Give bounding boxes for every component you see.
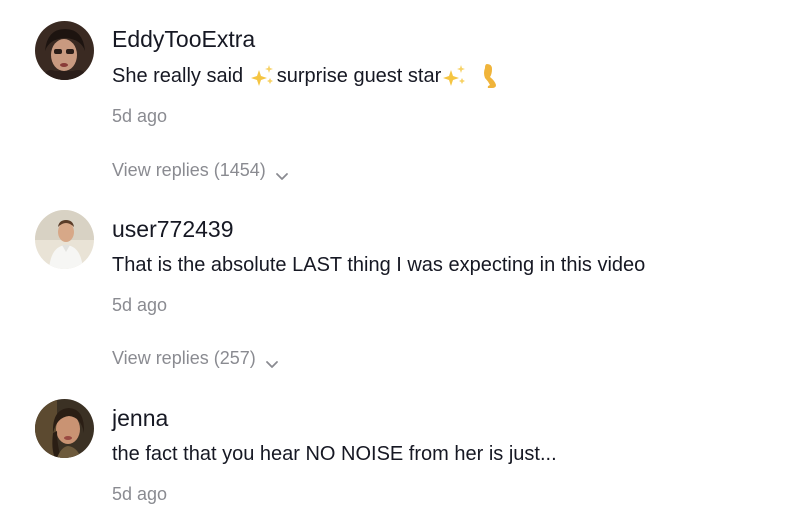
view-replies-label: View replies (257) — [112, 348, 256, 368]
chevron-down-icon — [275, 166, 289, 180]
comment-item: jenna the fact that you hear NO NOISE fr… — [0, 380, 800, 517]
view-replies-button[interactable]: View replies (1454) — [112, 160, 289, 181]
comment-text: the fact that you hear NO NOISE from her… — [112, 442, 557, 465]
timestamp: 5d ago — [112, 106, 168, 126]
sparkles-icon — [250, 64, 276, 88]
view-replies-label: View replies (1454) — [112, 160, 266, 180]
comment-text: That is the absolute LAST thing I was ex… — [112, 253, 646, 276]
comment-text-part: surprise guest star — [276, 64, 442, 87]
username[interactable]: jenna — [112, 405, 168, 432]
comment-item: EddyTooExtra She really said surprise gu… — [0, 0, 800, 190]
sparkles-icon — [442, 64, 468, 88]
avatar[interactable] — [35, 399, 94, 458]
comment-text-part: She really said — [112, 64, 249, 87]
avatar[interactable] — [35, 210, 94, 269]
view-replies-button[interactable]: View replies (257) — [112, 348, 279, 369]
avatar[interactable] — [35, 21, 94, 80]
leg-icon — [483, 63, 499, 89]
timestamp: 5d ago — [112, 484, 168, 504]
username[interactable]: user772439 — [112, 216, 234, 243]
comment-text: She really said surprise guest star — [112, 62, 499, 90]
comment-item: user772439 That is the absolute LAST thi… — [0, 190, 800, 380]
timestamp: 5d ago — [112, 295, 168, 315]
username[interactable]: EddyTooExtra — [112, 26, 255, 53]
chevron-down-icon — [265, 354, 279, 368]
